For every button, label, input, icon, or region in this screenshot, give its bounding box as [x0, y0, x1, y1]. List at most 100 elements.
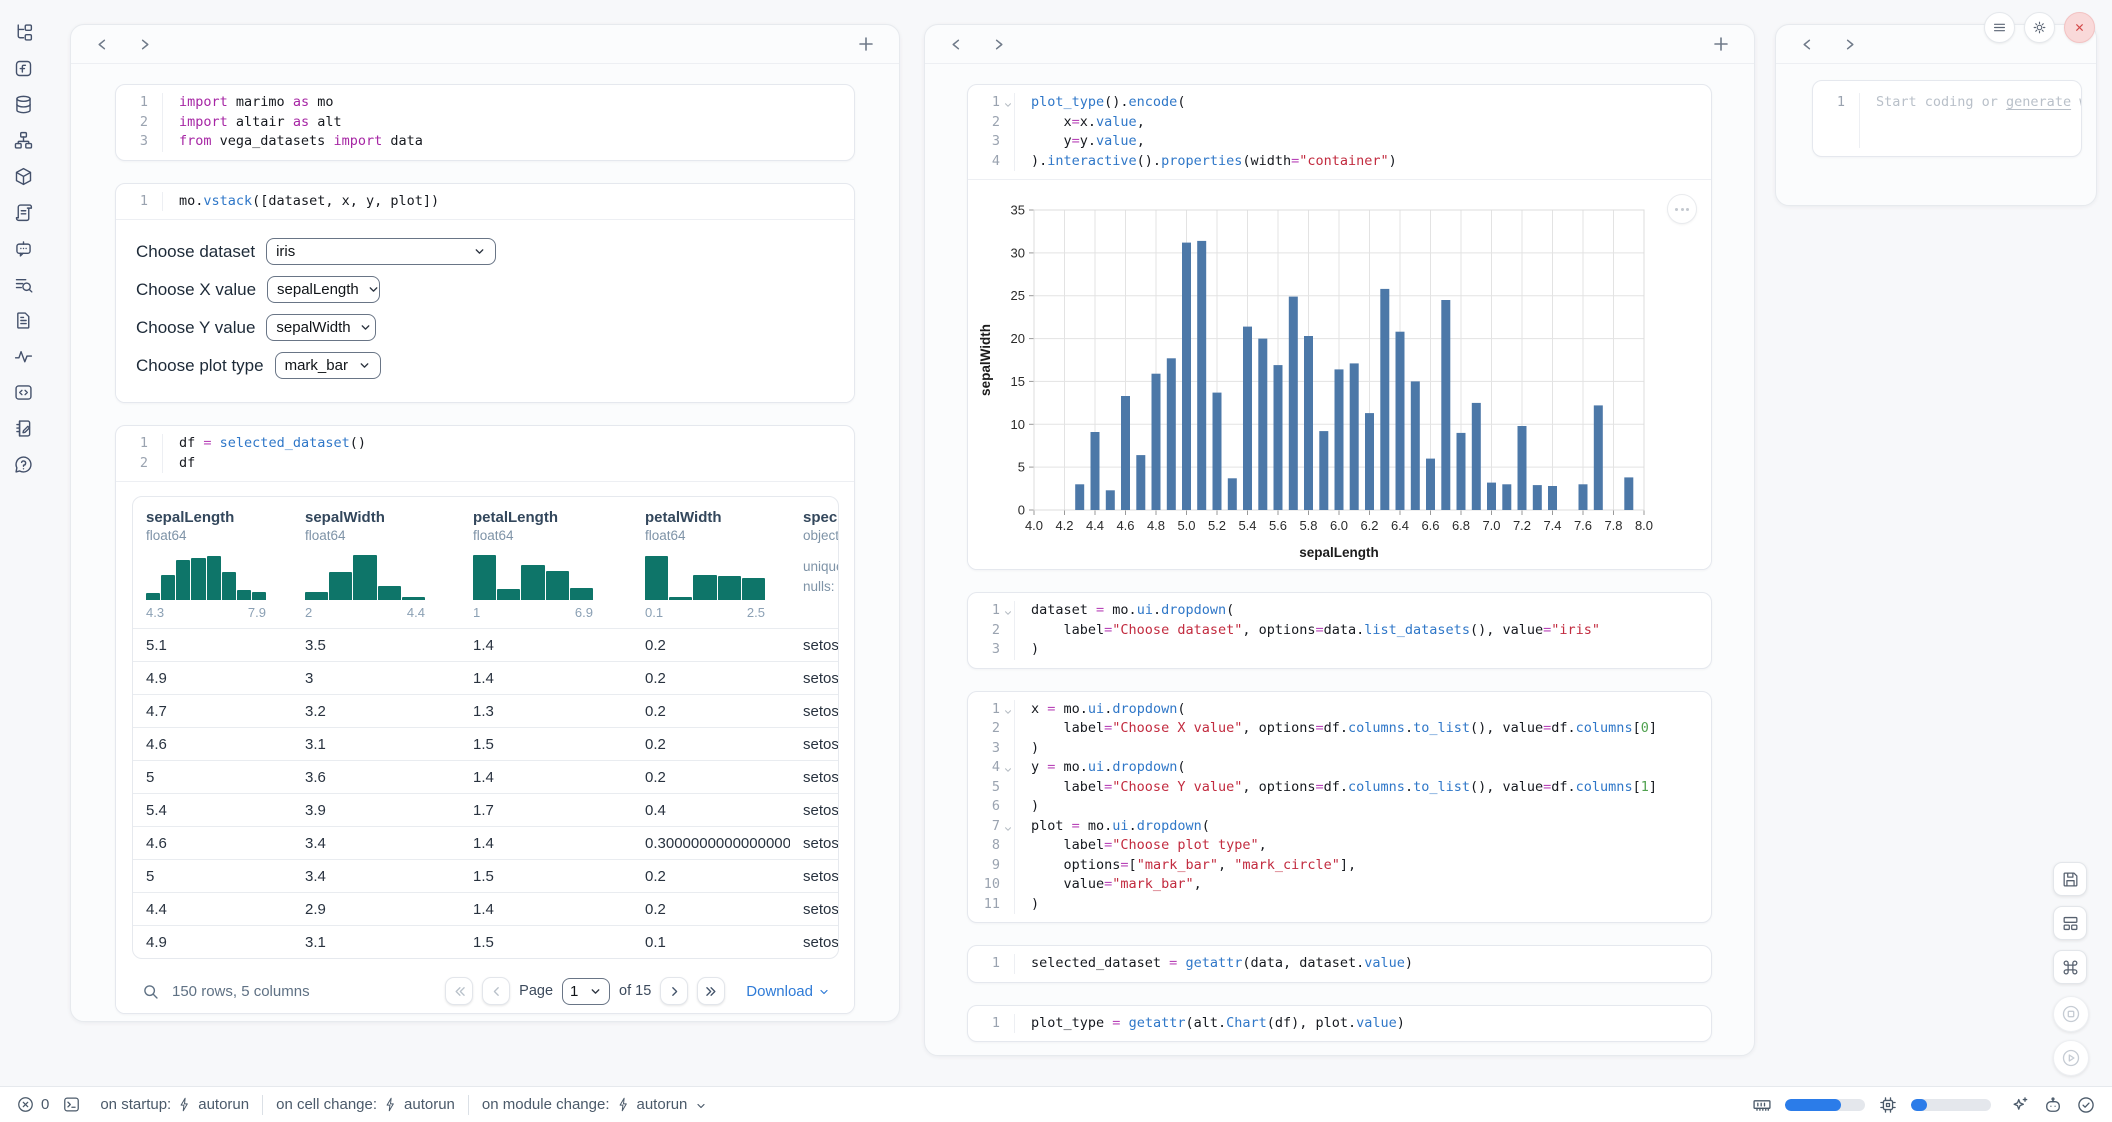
svg-text:4.4: 4.4	[1086, 518, 1104, 533]
activity-rail	[0, 0, 47, 475]
code-editor[interactable]: 1plot_type = getattr(alt.Chart(df), plot…	[968, 1006, 1711, 1042]
table-row[interactable]: 4.63.41.40.30000000000000004setosa	[133, 826, 838, 859]
table-row[interactable]: 53.41.50.2setosa	[133, 859, 838, 892]
save-button[interactable]	[2053, 862, 2087, 896]
sidebar-help-icon[interactable]	[13, 454, 34, 475]
ram-usage-meter[interactable]	[1785, 1099, 1865, 1111]
chevron-left-icon[interactable]	[949, 37, 964, 52]
run-button[interactable]	[2053, 1040, 2089, 1076]
chat-bot-button[interactable]	[2043, 1095, 2063, 1115]
chevron-down-icon	[359, 321, 372, 334]
code-editor[interactable]: 12df = selected_dataset() df	[116, 426, 854, 481]
settings-gear-button[interactable]	[2024, 12, 2055, 43]
first-page-button[interactable]	[445, 977, 473, 1005]
chevron-right-icon[interactable]	[1842, 37, 1857, 52]
sidebar-logs-search-icon[interactable]	[13, 274, 34, 295]
on-module-change-config[interactable]: on module change: autorun	[482, 1096, 707, 1113]
layout-panels-button[interactable]	[2053, 906, 2087, 940]
table-row[interactable]: 4.42.91.40.2setosa	[133, 892, 838, 925]
chevron-right-icon[interactable]	[137, 37, 152, 52]
code-editor[interactable]: 123import marimo as mo import altair as …	[116, 85, 854, 160]
download-button[interactable]: Download	[746, 983, 830, 1000]
svg-text:15: 15	[1011, 374, 1025, 389]
row-count-summary: 150 rows, 5 columns	[172, 983, 310, 1000]
altair-chart[interactable]: 4.04.24.44.64.85.05.25.45.65.86.06.26.46…	[968, 179, 1711, 569]
svg-text:sepalLength: sepalLength	[1299, 545, 1379, 560]
column-header[interactable]: sepalLengthfloat644.37.9	[133, 509, 292, 620]
sidebar-file-tree-icon[interactable]	[13, 22, 34, 43]
table-row[interactable]: 4.93.11.50.1setosa	[133, 925, 838, 958]
sparkles-ai-button[interactable]	[2010, 1095, 2030, 1115]
sidebar-functions-icon[interactable]	[13, 58, 34, 79]
code-editor[interactable]: 1selected_dataset = getattr(data, datase…	[968, 946, 1711, 982]
code-editor[interactable]: 1234567891011x = mo.ui.dropdown( label="…	[968, 692, 1711, 923]
code-editor[interactable]: 123dataset = mo.ui.dropdown( label="Choo…	[968, 593, 1711, 668]
column-header[interactable]: petalWidthfloat640.12.5	[632, 509, 790, 620]
sidebar-documentation-icon[interactable]	[13, 310, 34, 331]
dropdown-select[interactable]: sepalWidth	[266, 314, 376, 341]
sidebar-dependency-graph-icon[interactable]	[13, 130, 34, 151]
menu-button[interactable]	[1984, 12, 2015, 43]
code-cell: 1plot_type = getattr(alt.Chart(df), plot…	[967, 1005, 1712, 1043]
chevron-left-icon[interactable]	[1800, 37, 1815, 52]
svg-text:7.2: 7.2	[1513, 518, 1531, 533]
stop-button[interactable]	[2053, 996, 2089, 1032]
table-row[interactable]: 5.43.91.70.4setosa	[133, 793, 838, 826]
terminal-button[interactable]	[62, 1095, 81, 1114]
search-icon[interactable]	[141, 982, 160, 1001]
svg-text:4.0: 4.0	[1025, 518, 1043, 533]
table-row[interactable]: 4.931.40.2setosa	[133, 661, 838, 694]
on-cell-change-config[interactable]: on cell change: autorun	[276, 1096, 455, 1113]
sidebar-database-icon[interactable]	[13, 94, 34, 115]
table-row[interactable]: 53.61.40.2setosa	[133, 760, 838, 793]
close-button[interactable]	[2064, 12, 2095, 43]
line-numbers: 123	[968, 601, 1015, 660]
code-editor[interactable]: 1234plot_type().encode( x=x.value, y=y.v…	[968, 85, 1711, 179]
dropdown-select[interactable]: iris	[266, 238, 496, 265]
line-numbers: 1	[968, 1014, 1015, 1034]
table-footer: 150 rows, 5 columnsPage1of 15Download	[116, 959, 854, 1013]
next-page-button[interactable]	[660, 977, 688, 1005]
fold-chevron-icon[interactable]	[1003, 97, 1013, 107]
code-cell: 123dataset = mo.ui.dropdown( label="Choo…	[967, 592, 1712, 669]
dropdown-select[interactable]: sepalLength	[267, 276, 380, 303]
chevron-left-icon[interactable]	[95, 37, 110, 52]
keyboard-shortcuts-button[interactable]	[2053, 950, 2087, 984]
dropdown-select[interactable]: mark_bar	[275, 352, 381, 379]
column-header[interactable]: petalLengthfloat6416.9	[460, 509, 632, 620]
fold-chevron-icon[interactable]	[1003, 605, 1013, 615]
sidebar-chatbot-icon[interactable]	[13, 238, 34, 259]
connection-status-icon[interactable]	[2076, 1095, 2096, 1115]
table-row[interactable]: 4.63.11.50.2setosa	[133, 727, 838, 760]
dropdown-label: Choose Y value	[136, 318, 255, 338]
code-editor[interactable]: 1mo.vstack([dataset, x, y, plot])	[116, 184, 854, 220]
fold-chevron-icon[interactable]	[1003, 762, 1013, 772]
sidebar-scratchpad-icon[interactable]	[13, 418, 34, 439]
table-row[interactable]: 4.73.21.30.2setosa	[133, 694, 838, 727]
on-startup-config[interactable]: on startup: autorun	[100, 1096, 249, 1113]
chart-menu-button[interactable]	[1667, 194, 1697, 224]
code-cell: 12df = selected_dataset() df sepalLengthf…	[115, 425, 855, 1014]
generate-link[interactable]: generate	[2006, 94, 2071, 110]
page-select[interactable]: 1	[562, 978, 610, 1005]
add-cell-icon[interactable]	[857, 35, 875, 53]
fold-chevron-icon[interactable]	[1003, 821, 1013, 831]
sidebar-packages-icon[interactable]	[13, 166, 34, 187]
svg-text:6.6: 6.6	[1421, 518, 1439, 533]
table-row[interactable]: 5.13.51.40.2setosa	[133, 628, 838, 661]
last-page-button[interactable]	[697, 977, 725, 1005]
column-header[interactable]: sepalWidthfloat6424.4	[292, 509, 460, 620]
errors-indicator[interactable]: 0	[16, 1095, 49, 1114]
svg-text:5: 5	[1018, 460, 1025, 475]
sidebar-snippets-icon[interactable]	[13, 382, 34, 403]
chevron-right-icon[interactable]	[991, 37, 1006, 52]
cpu-usage-meter[interactable]	[1911, 1099, 1991, 1111]
code-editor[interactable]: 1 Start coding or generate with AI	[1813, 81, 2081, 156]
add-cell-icon[interactable]	[1712, 35, 1730, 53]
column-header[interactable]: speciesobjectunique:nulls:	[790, 509, 839, 620]
fold-chevron-icon[interactable]	[1003, 704, 1013, 714]
divider	[468, 1095, 469, 1115]
sidebar-tracing-icon[interactable]	[13, 346, 34, 367]
sidebar-scroll-icon[interactable]	[13, 202, 34, 223]
previous-page-button[interactable]	[482, 977, 510, 1005]
